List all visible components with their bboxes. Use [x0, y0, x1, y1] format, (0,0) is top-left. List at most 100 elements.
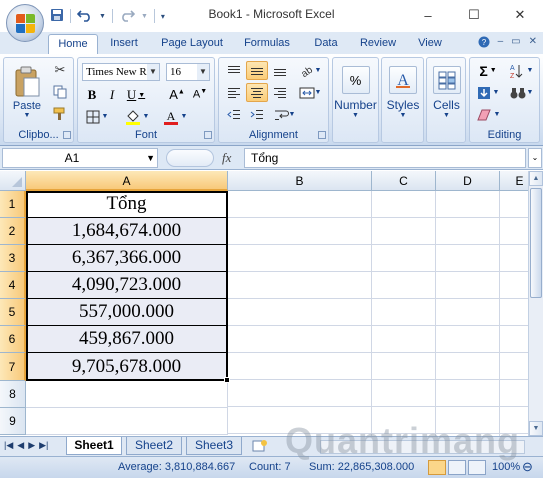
last-sheet-icon[interactable]: ▶|	[39, 440, 48, 451]
cell-a7[interactable]: 9,705,678.000	[26, 353, 228, 381]
tab-home[interactable]: Home	[48, 34, 98, 54]
close-button[interactable]: ✕	[497, 0, 543, 30]
cell-a3[interactable]: 6,367,366.000	[26, 245, 228, 272]
increase-indent-button[interactable]	[246, 105, 268, 124]
sort-filter-button[interactable]: AZ ▼	[506, 61, 536, 80]
row-header[interactable]: 4	[0, 272, 26, 299]
sheet-tab-sheet2[interactable]: Sheet2	[126, 437, 182, 455]
tab-data[interactable]: Data	[305, 34, 347, 54]
styles-button[interactable]: A Styles ▼	[383, 61, 423, 127]
ribbon-restore-icon[interactable]: ▭	[511, 36, 520, 51]
wrap-text-button[interactable]: ▼	[271, 105, 297, 124]
formula-bar-divider[interactable]	[166, 149, 214, 167]
orientation-button[interactable]: ab ▼	[295, 61, 325, 80]
sheet-tab-sheet3[interactable]: Sheet3	[186, 437, 242, 455]
cell-a9[interactable]	[26, 408, 228, 435]
prev-sheet-icon[interactable]: ◀	[17, 440, 24, 451]
font-launcher-icon[interactable]	[204, 131, 212, 139]
cell-a2[interactable]: 1,684,674.000	[26, 218, 228, 245]
paste-button[interactable]: Paste ▼	[8, 60, 46, 124]
copy-button[interactable]	[50, 82, 70, 102]
column-header-a[interactable]: A	[26, 171, 228, 191]
sheet-tab-sheet1[interactable]: Sheet1	[66, 437, 122, 455]
clipboard-launcher-icon[interactable]	[63, 131, 71, 139]
row-header[interactable]: 1	[0, 191, 26, 218]
cut-button[interactable]: ✂	[50, 60, 70, 80]
select-all-corner[interactable]	[0, 171, 26, 191]
maximize-button[interactable]: ☐	[451, 0, 497, 30]
bold-button[interactable]: B	[83, 85, 101, 104]
cell-a8[interactable]	[26, 381, 228, 408]
row-header[interactable]: 2	[0, 218, 26, 245]
row-header[interactable]: 5	[0, 299, 26, 326]
tab-insert[interactable]: Insert	[102, 34, 146, 54]
row-header[interactable]: 3	[0, 245, 26, 272]
align-bottom-button[interactable]	[269, 61, 291, 80]
vertical-scrollbar[interactable]: ▲ ▼	[528, 171, 543, 436]
fill-button[interactable]: ▼	[474, 83, 502, 102]
office-button[interactable]	[6, 4, 44, 42]
grow-font-button[interactable]: A▲	[166, 85, 188, 104]
italic-button[interactable]: I	[103, 85, 121, 104]
number-button[interactable]: % Number ▼	[334, 61, 377, 127]
formula-input[interactable]: Tổng	[244, 148, 526, 168]
cell-a6[interactable]: 459,867.000	[26, 326, 228, 353]
row-header[interactable]: 6	[0, 326, 26, 353]
align-center-button[interactable]	[246, 83, 268, 102]
font-size-select[interactable]: 16 ▼	[166, 63, 210, 81]
column-header-b[interactable]: B	[228, 171, 372, 191]
font-name-select[interactable]: Times New Ro ▼	[82, 63, 160, 81]
tab-formulas[interactable]: Formulas	[236, 34, 298, 54]
scroll-down-icon[interactable]: ▼	[529, 421, 543, 436]
tab-view[interactable]: View	[409, 34, 451, 54]
normal-view-icon[interactable]	[428, 460, 446, 475]
minimize-button[interactable]: –	[405, 0, 451, 30]
next-sheet-icon[interactable]: ▶	[28, 440, 35, 451]
fill-color-button[interactable]: ▼	[120, 107, 154, 126]
page-layout-view-icon[interactable]	[448, 460, 466, 475]
underline-button[interactable]: U ▼	[123, 85, 149, 104]
expand-formula-bar-icon[interactable]: ⌄	[528, 148, 542, 168]
column-header-e[interactable]: E	[500, 171, 528, 191]
horizontal-scrollbar[interactable]	[320, 440, 525, 454]
ribbon-close-icon[interactable]: ✕	[529, 36, 537, 51]
empty-cells-area[interactable]	[228, 191, 528, 436]
tab-page-layout[interactable]: Page Layout	[152, 34, 232, 54]
cells-button[interactable]: Cells ▼	[428, 61, 465, 127]
merge-center-button[interactable]: ▼	[295, 83, 325, 102]
worksheet-grid[interactable]: A B C D E 1 2 3 4 5 6 7 8 9 Tổng 1,684,6…	[0, 171, 528, 436]
align-middle-button[interactable]	[246, 61, 268, 80]
scroll-up-icon[interactable]: ▲	[529, 171, 543, 186]
fill-handle[interactable]	[224, 377, 230, 383]
decrease-indent-button[interactable]	[223, 105, 245, 124]
column-header-c[interactable]: C	[372, 171, 436, 191]
format-painter-button[interactable]	[50, 104, 70, 124]
first-sheet-icon[interactable]: |◀	[4, 440, 13, 451]
column-header-d[interactable]: D	[436, 171, 500, 191]
autosum-button[interactable]: Σ ▼	[474, 61, 502, 80]
row-header[interactable]: 8	[0, 381, 26, 408]
align-right-button[interactable]	[269, 83, 291, 102]
align-top-button[interactable]	[223, 61, 245, 80]
cell-a5[interactable]: 557,000.000	[26, 299, 228, 326]
alignment-launcher-icon[interactable]	[318, 131, 326, 139]
page-break-view-icon[interactable]	[468, 460, 486, 475]
row-header[interactable]: 7	[0, 353, 26, 381]
zoom-level[interactable]: 100%	[492, 461, 520, 473]
insert-function-icon[interactable]: fx	[222, 150, 231, 166]
cell-a4[interactable]: 4,090,723.000	[26, 272, 228, 299]
align-left-button[interactable]	[223, 83, 245, 102]
cell-a1[interactable]: Tổng	[26, 191, 228, 218]
clear-button[interactable]: ▼	[474, 105, 502, 124]
find-select-button[interactable]: ▼	[506, 83, 536, 102]
ribbon-minimize-icon[interactable]: –	[498, 36, 504, 51]
name-box[interactable]: A1 ▼	[2, 148, 158, 168]
scrollbar-thumb[interactable]	[530, 188, 542, 298]
font-color-button[interactable]: A ▼	[158, 107, 192, 126]
tab-review[interactable]: Review	[353, 34, 403, 54]
row-header[interactable]: 9	[0, 408, 26, 435]
insert-sheet-icon[interactable]	[252, 439, 268, 453]
shrink-font-button[interactable]: A▼	[189, 85, 211, 104]
help-icon[interactable]: ?	[478, 36, 490, 51]
zoom-out-icon[interactable]: ⊖	[522, 459, 533, 475]
